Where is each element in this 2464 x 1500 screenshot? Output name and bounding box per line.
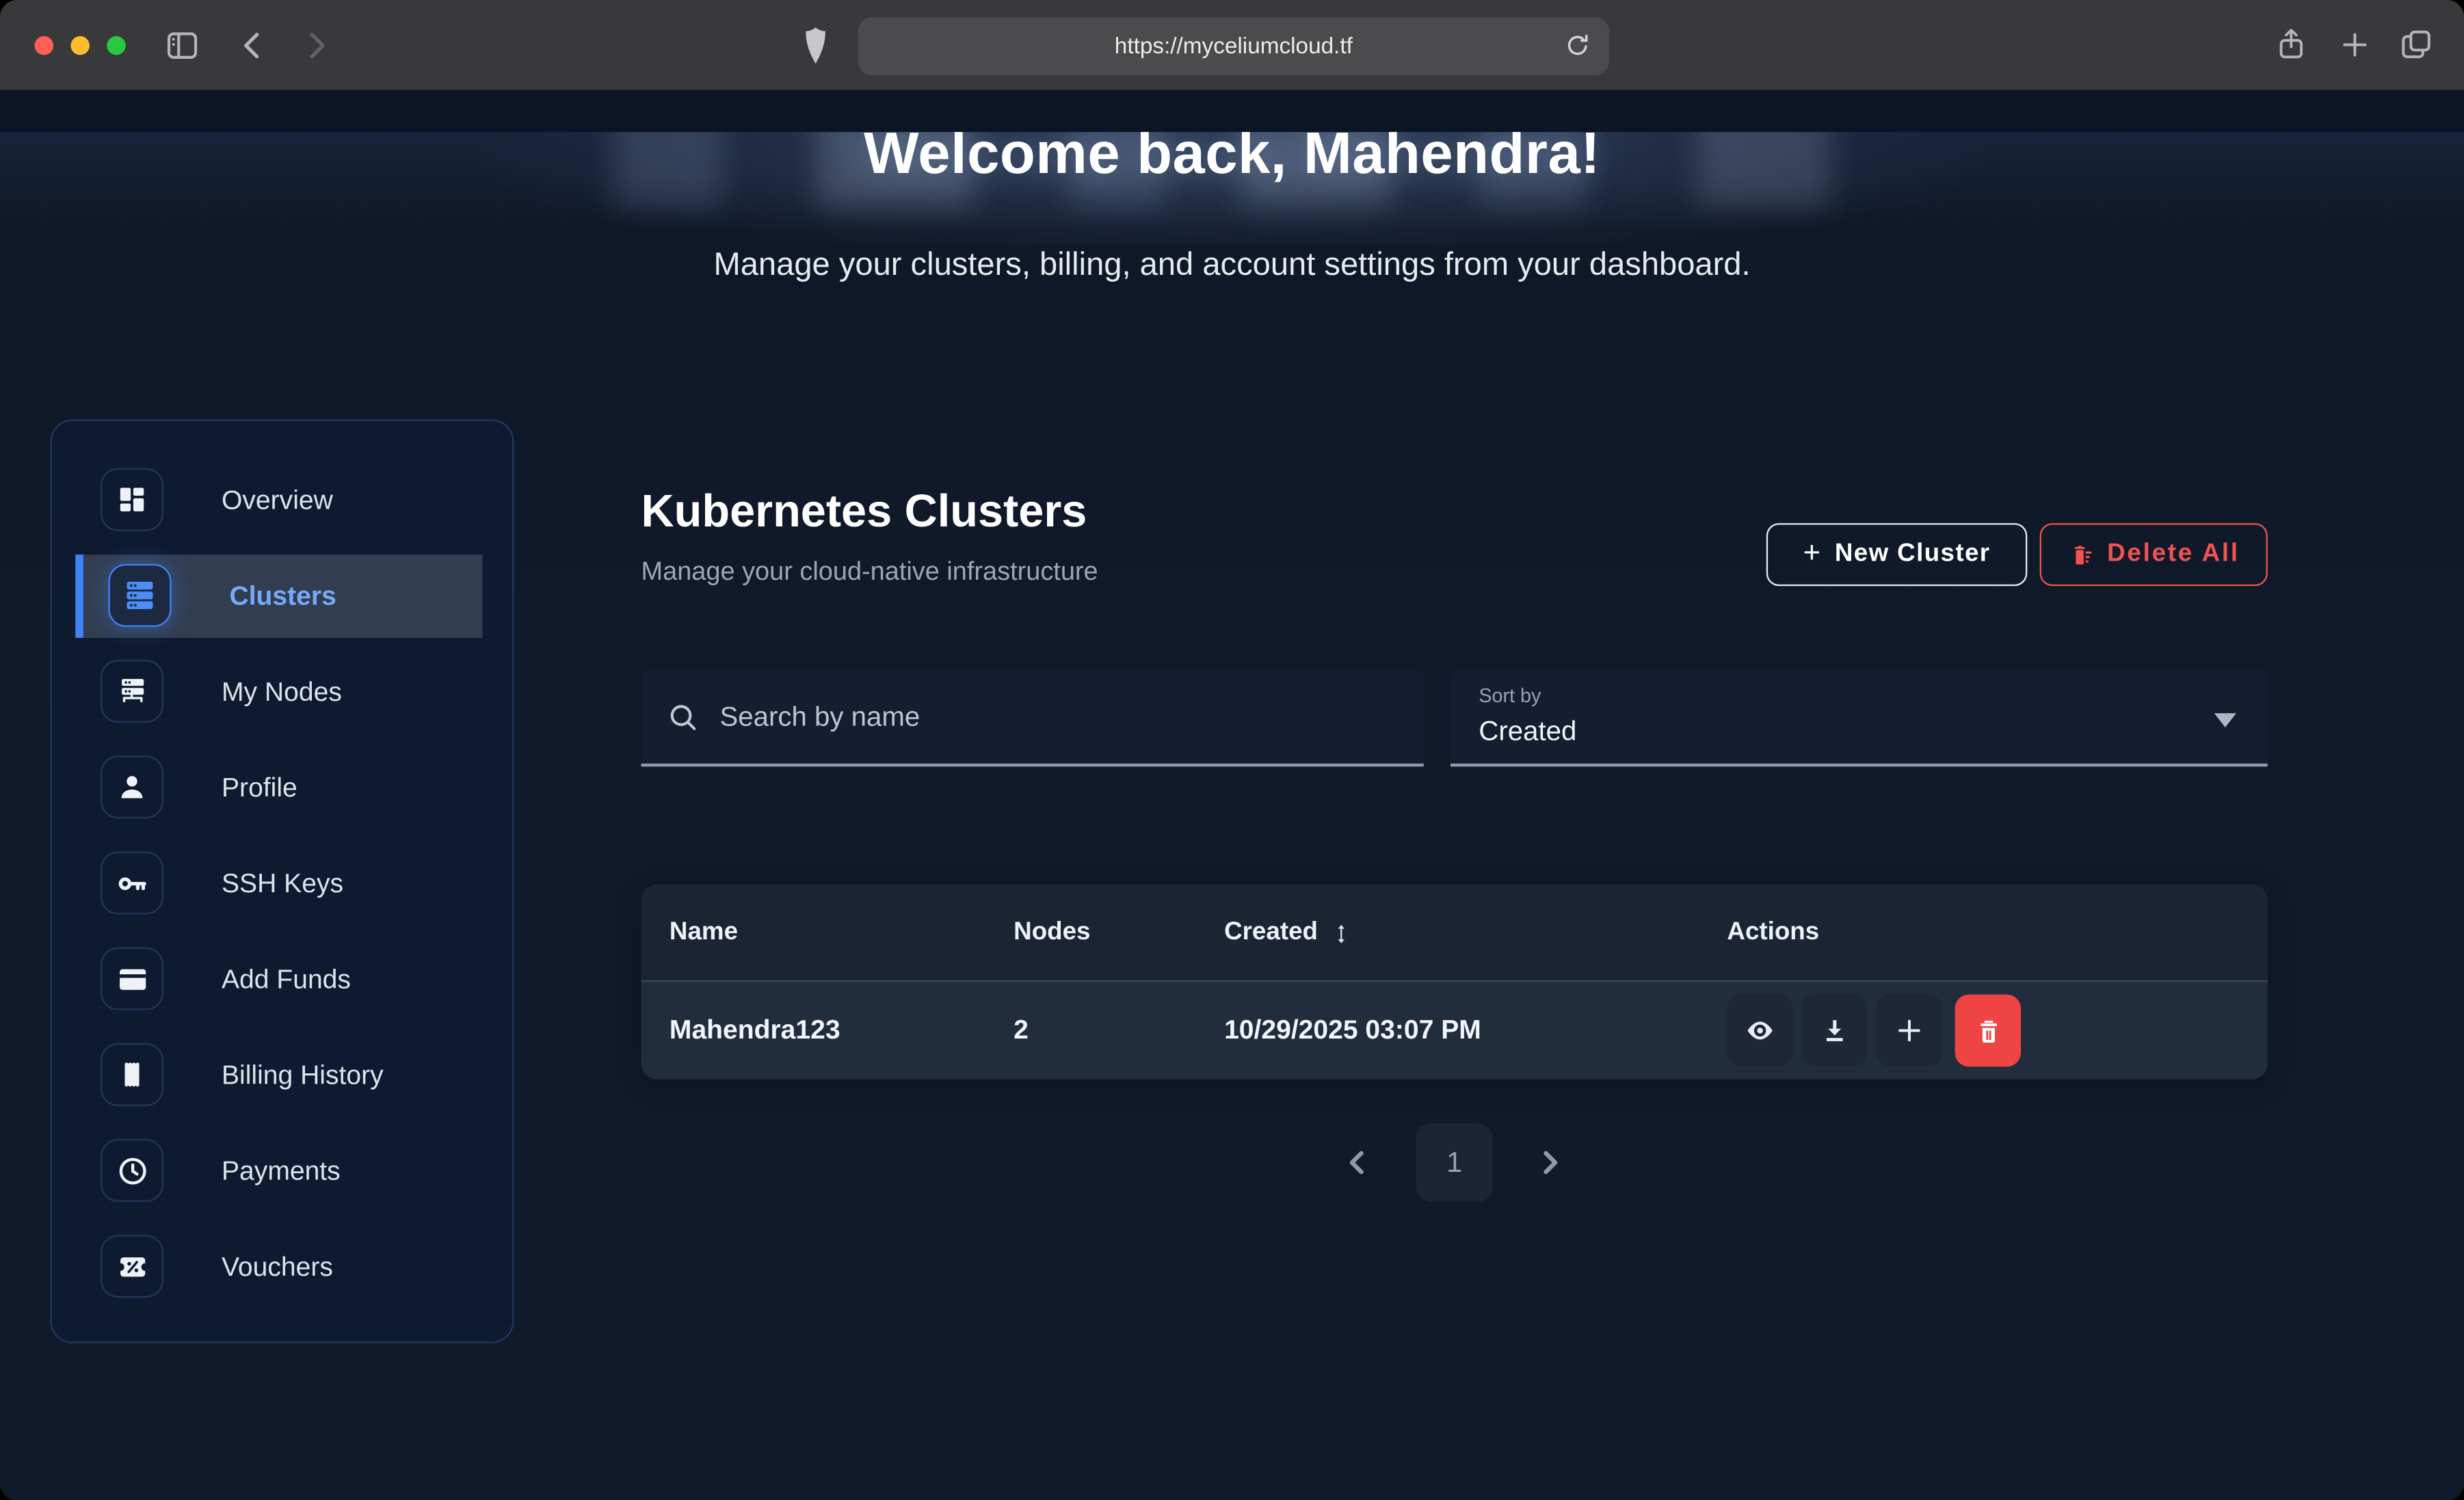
cell-node-count: 2: [1014, 982, 1029, 1079]
nodes-network-icon: [101, 660, 163, 723]
page-title: Kubernetes Clusters: [641, 487, 1087, 539]
forward-button[interactable]: [297, 27, 334, 64]
back-button[interactable]: [234, 27, 271, 64]
column-header-created[interactable]: Created: [1224, 885, 1352, 982]
delete-cluster-button[interactable]: [1955, 995, 2022, 1067]
search-icon: [666, 701, 699, 734]
eye-icon: [1745, 1015, 1776, 1046]
download-icon: [1819, 1016, 1849, 1046]
minimize-window-button[interactable]: [70, 36, 90, 55]
sidebar-item-vouchers[interactable]: Vouchers: [52, 1225, 512, 1309]
search-field: [641, 671, 1424, 766]
next-page-button[interactable]: [1521, 1133, 1578, 1192]
pagination: 1: [641, 1123, 2268, 1202]
privacy-shield-icon[interactable]: [798, 25, 833, 66]
table-header-row: Name Nodes Created Actions: [641, 885, 2268, 982]
sidebar-item-my-nodes[interactable]: My Nodes: [52, 650, 512, 734]
zoom-window-button[interactable]: [107, 36, 126, 55]
download-kubeconfig-button[interactable]: [1801, 995, 1867, 1067]
plus-icon: [1894, 1015, 1925, 1046]
screenshot-viewport: https://myceliumcloud.tf: [0, 0, 2464, 1500]
clusters-table: Name Nodes Created Actions: [641, 885, 2268, 1080]
sidebar-item-payments[interactable]: Payments: [52, 1129, 512, 1213]
reload-icon[interactable]: [1562, 30, 1593, 62]
welcome-title: Welcome back, Mahendra!: [0, 132, 2464, 187]
sidebar-item-label: Add Funds: [222, 938, 351, 1021]
clock-icon: [101, 1139, 163, 1202]
credit-card-icon: [101, 948, 163, 1010]
search-input[interactable]: [717, 699, 1399, 736]
main-content: Kubernetes Clusters Manage your cloud-na…: [641, 91, 2268, 1500]
sidebar-item-overview[interactable]: Overview: [52, 459, 512, 542]
trash-sweep-icon: [2068, 541, 2095, 568]
add-node-button[interactable]: [1877, 995, 1943, 1067]
tab-overview-icon[interactable]: [2398, 27, 2435, 63]
dashboard-page: Welcome back, Mahendra! Manage your clus…: [0, 91, 2464, 1500]
page-number-button[interactable]: 1: [1416, 1123, 1493, 1202]
sidebar-item-label: Profile: [222, 747, 297, 830]
top-dark-band: [0, 91, 2464, 132]
dashboard-icon: [101, 468, 163, 531]
chevron-left-icon: [1340, 1145, 1375, 1180]
sort-select[interactable]: Sort by Created: [1450, 671, 2268, 766]
sidebar-item-profile[interactable]: Profile: [52, 747, 512, 830]
trash-icon: [1973, 1016, 2003, 1046]
delete-all-button[interactable]: Delete All: [2040, 523, 2268, 586]
chevron-right-icon: [1532, 1145, 1567, 1180]
sort-value: Created: [1479, 715, 1576, 748]
browser-toolbar: https://myceliumcloud.tf: [0, 0, 2464, 91]
key-icon: [101, 851, 163, 914]
sidebar-item-label: Clusters: [229, 554, 336, 638]
sidebar-nav: Overview Clusters: [51, 420, 514, 1343]
sidebar-item-clusters[interactable]: Clusters: [52, 554, 512, 638]
view-cluster-button[interactable]: [1727, 995, 1793, 1067]
sidebar-item-label: Vouchers: [222, 1225, 333, 1309]
sort-updown-icon: [1329, 922, 1352, 945]
server-stack-icon: [109, 564, 172, 627]
close-window-button[interactable]: [35, 36, 54, 55]
cell-created-date: 10/29/2025 03:07 PM: [1224, 982, 1481, 1079]
browser-window: https://myceliumcloud.tf: [0, 0, 2464, 1500]
plus-icon: +: [1803, 537, 1821, 572]
url-text: https://myceliumcloud.tf: [1115, 34, 1353, 59]
sidebar-item-ssh-keys[interactable]: SSH Keys: [52, 842, 512, 926]
column-header-name: Name: [670, 885, 738, 982]
table-row: Mahendra123 2 10/29/2025 03:07 PM: [641, 982, 2268, 1079]
sort-label: Sort by: [1479, 685, 1541, 707]
column-header-nodes: Nodes: [1014, 885, 1090, 982]
sidebar-item-label: Overview: [222, 459, 333, 542]
column-header-actions: Actions: [1727, 885, 1819, 982]
new-cluster-button[interactable]: + New Cluster: [1766, 523, 2027, 586]
sidebar-item-label: My Nodes: [222, 650, 342, 734]
sidebar-item-add-funds[interactable]: Add Funds: [52, 938, 512, 1021]
sidebar-item-label: Billing History: [222, 1034, 384, 1117]
person-icon: [101, 755, 163, 818]
sidebar-toggle-icon[interactable]: [163, 27, 201, 64]
chevron-down-icon: [2214, 713, 2236, 727]
page-subtitle: Manage your cloud-native infrastructure: [641, 558, 1098, 588]
ticket-percent-icon: [101, 1235, 163, 1298]
previous-page-button[interactable]: [1329, 1133, 1386, 1192]
receipt-icon: [101, 1043, 163, 1106]
sidebar-item-label: Payments: [222, 1129, 341, 1213]
sidebar-item-label: SSH Keys: [222, 842, 343, 926]
cell-cluster-name: Mahendra123: [670, 982, 840, 1079]
share-icon[interactable]: [2274, 25, 2309, 63]
address-bar[interactable]: https://myceliumcloud.tf: [858, 17, 1609, 75]
sidebar-item-billing-history[interactable]: Billing History: [52, 1034, 512, 1117]
new-tab-icon[interactable]: [2338, 28, 2371, 61]
